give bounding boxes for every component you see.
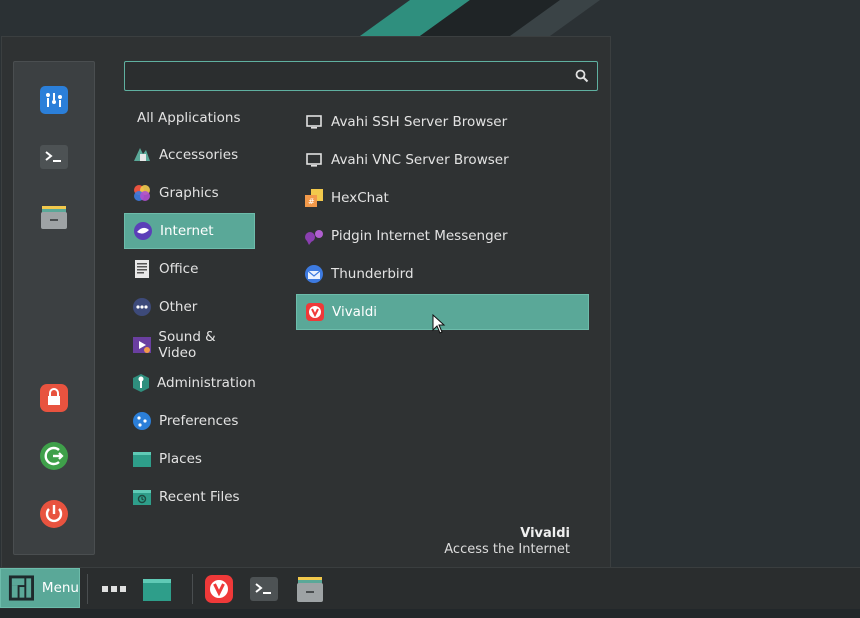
places-folder-icon	[131, 448, 153, 470]
svg-text:#: #	[308, 197, 315, 206]
search-input[interactable]	[133, 66, 563, 86]
pidgin-icon	[303, 225, 325, 247]
panel-separator	[87, 574, 88, 604]
hexchat-icon: #	[303, 187, 325, 209]
category-places[interactable]: Places	[124, 441, 255, 477]
manjaro-menu-icon	[8, 575, 34, 601]
monitor-icon	[303, 149, 325, 171]
description-title: Vivaldi	[520, 526, 570, 541]
description-subtitle: Access the Internet	[444, 542, 570, 557]
category-sound-video[interactable]: Sound & Video	[124, 327, 255, 363]
show-desktop-icon[interactable]	[140, 572, 174, 606]
recent-files-icon	[131, 486, 153, 508]
mouse-cursor-icon	[432, 314, 446, 334]
administration-icon	[131, 372, 151, 394]
application-menu: All Applications Accessories Graphics In…	[1, 36, 611, 568]
category-graphics[interactable]: Graphics	[124, 175, 255, 211]
category-internet[interactable]: Internet	[124, 213, 255, 249]
app-thunderbird[interactable]: Thunderbird	[296, 256, 589, 292]
lock-icon[interactable]	[38, 382, 70, 414]
category-accessories[interactable]: Accessories	[124, 137, 255, 173]
vivaldi-icon	[304, 301, 326, 323]
category-other[interactable]: Other	[124, 289, 255, 325]
internet-icon	[132, 220, 154, 242]
taskbar-panel: Menu	[0, 567, 860, 610]
panel-bottom-edge	[0, 609, 860, 618]
category-preferences[interactable]: Preferences	[124, 403, 255, 439]
terminal-icon[interactable]	[247, 572, 281, 606]
category-administration[interactable]: Administration	[124, 365, 256, 401]
search-box[interactable]	[124, 61, 598, 91]
panel-separator	[192, 574, 193, 604]
vivaldi-icon[interactable]	[202, 572, 236, 606]
search-icon	[575, 69, 589, 83]
office-icon	[131, 258, 153, 280]
logout-icon[interactable]	[38, 440, 70, 472]
file-manager-icon[interactable]	[38, 201, 70, 233]
app-hexchat[interactable]: # HexChat	[296, 180, 589, 216]
menu-button[interactable]: Menu	[0, 568, 80, 608]
graphics-icon	[131, 182, 153, 204]
other-icon	[131, 296, 153, 318]
app-avahi-ssh-server-browser[interactable]: Avahi SSH Server Browser	[296, 104, 589, 140]
category-all-applications[interactable]: All Applications	[137, 110, 241, 126]
sound-video-icon	[131, 334, 152, 356]
app-description: Vivaldi Access the Internet	[444, 526, 570, 557]
category-office[interactable]: Office	[124, 251, 255, 287]
monitor-icon	[303, 111, 325, 133]
power-icon[interactable]	[38, 498, 70, 530]
terminal-icon[interactable]	[38, 141, 70, 173]
settings-manager-icon[interactable]	[38, 84, 70, 116]
category-recent-files[interactable]: Recent Files	[124, 479, 255, 515]
app-pidgin-internet-messenger[interactable]: Pidgin Internet Messenger	[296, 218, 589, 254]
thunderbird-icon	[303, 263, 325, 285]
show-applications-icon[interactable]	[97, 572, 131, 606]
preferences-icon	[131, 410, 153, 432]
app-avahi-vnc-server-browser[interactable]: Avahi VNC Server Browser	[296, 142, 589, 178]
file-manager-icon[interactable]	[293, 572, 327, 606]
favorites-sidebar	[13, 61, 95, 555]
accessories-icon	[131, 144, 153, 166]
